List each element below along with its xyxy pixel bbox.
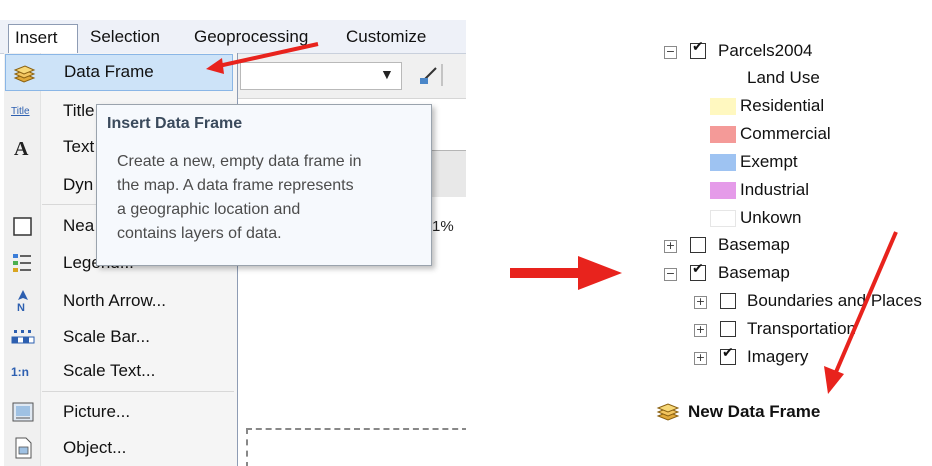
table-of-contents: − Parcels2004 Land Use Residential Comme… bbox=[640, 0, 932, 466]
annotation-arrow-to-new-data-frame bbox=[824, 231, 898, 394]
transition-arrow-icon bbox=[510, 256, 622, 290]
arcmap-insert-menu-screenshot: ▼ 1% Insert Selection Geoprocessing Cust… bbox=[0, 0, 466, 466]
annotation-arrow-to-data-frame bbox=[206, 42, 319, 74]
